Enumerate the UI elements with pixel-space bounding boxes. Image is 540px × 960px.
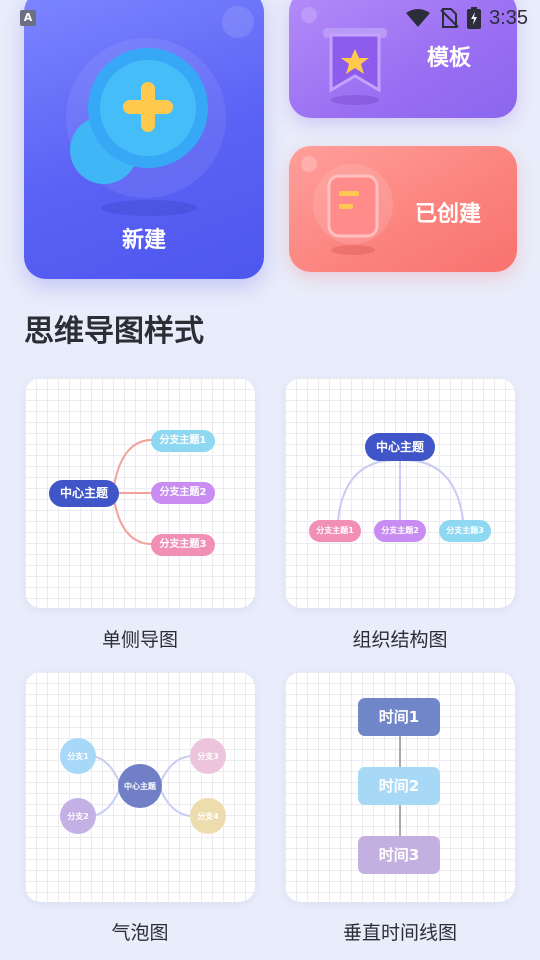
center-topic-node: 中心主题: [49, 480, 119, 507]
document-icon: [301, 156, 393, 255]
branch-node: 分支主题2: [374, 520, 426, 542]
created-card[interactable]: 已创建: [289, 146, 517, 272]
branch-node: 分支主题2: [151, 482, 215, 504]
wifi-icon: [406, 9, 431, 27]
style-label-timeline: 垂直时间线图: [342, 922, 457, 944]
branch-node: 分支主题1: [151, 430, 215, 452]
status-time: 3:35: [489, 6, 528, 29]
style-card-bubble[interactable]: 中心主题 分支1 分支2 分支3 分支4: [25, 672, 255, 902]
created-card-label: 已创建: [415, 202, 482, 227]
style-card-one-sided[interactable]: 中心主题 分支主题1 分支主题2 分支主题3: [25, 378, 255, 608]
section-title: 思维导图样式: [24, 314, 204, 349]
branch-node: 分支主题3: [151, 534, 215, 556]
style-label-one-sided: 单侧导图: [101, 629, 178, 651]
status-bar: A 3:35: [0, 0, 540, 36]
center-topic-node: 中心主题: [365, 433, 435, 461]
style-card-timeline[interactable]: 时间1 时间2 时间3: [285, 672, 515, 902]
app-notification-icon: A: [20, 10, 36, 26]
battery-charging-icon: [467, 7, 482, 29]
no-sim-icon: [440, 8, 459, 28]
branch-bubble: 分支3: [190, 738, 226, 774]
timeline-node: 时间3: [358, 836, 440, 874]
timeline-node: 时间2: [358, 767, 440, 805]
branch-bubble: 分支2: [60, 798, 96, 834]
branch-node: 分支主题3: [439, 520, 491, 542]
branch-bubble: 分支1: [60, 738, 96, 774]
templates-card-label: 模板: [427, 46, 472, 71]
style-label-org-chart: 组织结构图: [352, 629, 448, 651]
timeline-node: 时间1: [358, 698, 440, 736]
center-bubble: 中心主题: [118, 764, 162, 808]
branch-bubble: 分支4: [190, 798, 226, 834]
style-label-bubble: 气泡图: [111, 922, 169, 944]
org-lines: [337, 458, 464, 521]
new-card-label: 新建: [121, 228, 166, 253]
new-mindmap-card[interactable]: 新建: [24, 0, 264, 279]
style-card-org-chart[interactable]: 中心主题 分支主题1 分支主题2 分支主题3: [285, 378, 515, 608]
branch-node: 分支主题1: [309, 520, 361, 542]
status-right-group: 3:35: [405, 6, 528, 30]
